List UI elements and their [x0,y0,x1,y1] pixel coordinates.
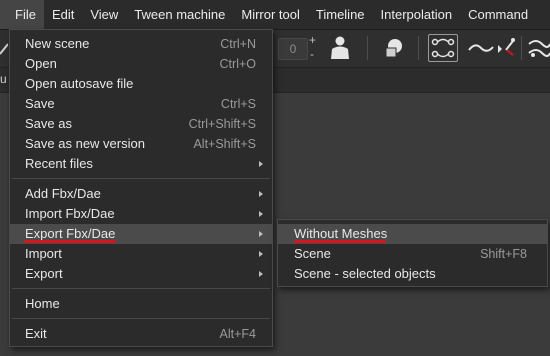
menu-item-label: Save as [25,116,72,131]
annotation-underline [294,240,386,243]
toolbar-divider [418,36,419,60]
link-curve-icon[interactable] [428,34,458,62]
menu-item-shortcut: Ctrl+Shift+S [188,117,256,131]
menu-item-shortcut: Ctrl+N [220,37,256,51]
menu-item-label: New scene [25,36,90,51]
menu-item-import[interactable]: Import [10,244,272,264]
submenu-arrow-icon [259,231,263,237]
submenu-item-scene[interactable]: Scene Shift+F8 [278,244,547,264]
menu-tween-machine[interactable]: Tween machine [126,0,233,29]
menu-item-label: Scene [294,246,331,261]
export-fbx-submenu: Without Meshes Scene Shift+F8 Scene - se… [277,219,548,287]
menu-item-label: Exit [25,326,47,341]
menu-separator [12,178,270,179]
menu-separator [12,318,270,319]
menu-file[interactable]: File [0,0,44,29]
menu-item-recent-files[interactable]: Recent files [10,154,272,174]
curve-tool-icon[interactable] [528,36,550,60]
submenu-arrow-icon [259,251,263,257]
file-menu: New scene Ctrl+N Open Ctrl+O Open autosa… [9,29,273,347]
menu-item-add-fbx-dae[interactable]: Add Fbx/Dae [10,184,272,204]
menu-item-save[interactable]: Save Ctrl+S [10,94,272,114]
menu-item-label: Import [25,246,62,261]
menu-item-label: Scene - selected objects [294,266,436,281]
menu-mirror-tool[interactable]: Mirror tool [233,0,308,29]
annotation-underline [24,240,116,243]
curve-icon[interactable] [468,40,494,56]
decrement-button[interactable]: - [310,47,314,61]
menu-view[interactable]: View [82,0,126,29]
menu-item-label: Export Fbx/Dae [25,226,116,241]
pick-icon[interactable] [495,35,517,61]
menu-command[interactable]: Command [460,0,536,29]
menu-item-new-scene[interactable]: New scene Ctrl+N [10,34,272,54]
submenu-arrow-icon [259,191,263,197]
menu-interpolation[interactable]: Interpolation [373,0,461,29]
frame-input[interactable]: 0 [278,38,308,60]
menu-item-label: Add Fbx/Dae [25,186,101,201]
subbar-label: u [0,72,7,86]
toolbar-divider [367,36,368,60]
menu-item-label: Export [25,266,63,281]
menu-item-label: Import Fbx/Dae [25,206,115,221]
menu-item-open-autosave[interactable]: Open autosave file [10,74,272,94]
move-icon[interactable] [0,42,9,56]
menu-item-label: Save [25,96,55,111]
menu-item-label: Home [25,296,60,311]
submenu-arrow-icon [259,271,263,277]
menu-item-label: Recent files [25,156,93,171]
shape-icon[interactable] [382,37,406,59]
menu-bar: File Edit View Tween machine Mirror tool… [0,0,550,30]
menu-item-label: Without Meshes [294,226,388,241]
menu-item-open[interactable]: Open Ctrl+O [10,54,272,74]
menu-item-export[interactable]: Export [10,264,272,284]
submenu-arrow-icon [259,161,263,167]
menu-item-label: Open autosave file [25,76,134,91]
menu-item-label: Open [25,56,57,71]
menu-item-home[interactable]: Home [10,294,272,314]
menu-separator [12,288,270,289]
menu-item-shortcut: Ctrl+O [219,57,256,71]
submenu-arrow-icon [259,211,263,217]
person-icon[interactable] [328,35,352,61]
menu-edit[interactable]: Edit [44,0,82,29]
menu-item-save-as[interactable]: Save as Ctrl+Shift+S [10,114,272,134]
increment-button[interactable]: + [309,33,316,47]
submenu-item-scene-selected-objects[interactable]: Scene - selected objects [278,264,547,284]
menu-timeline[interactable]: Timeline [308,0,373,29]
menu-item-shortcut: Alt+F4 [219,327,256,341]
menu-item-save-as-new-version[interactable]: Save as new version Alt+Shift+S [10,134,272,154]
toolbar-divider [521,36,522,60]
menu-item-shortcut: Alt+Shift+S [193,137,256,151]
menu-item-shortcut: Ctrl+S [220,97,256,111]
menu-item-import-fbx-dae[interactable]: Import Fbx/Dae [10,204,272,224]
menu-item-shortcut: Shift+F8 [480,247,527,261]
menu-item-label: Save as new version [25,136,145,151]
menu-item-exit[interactable]: Exit Alt+F4 [10,324,272,344]
